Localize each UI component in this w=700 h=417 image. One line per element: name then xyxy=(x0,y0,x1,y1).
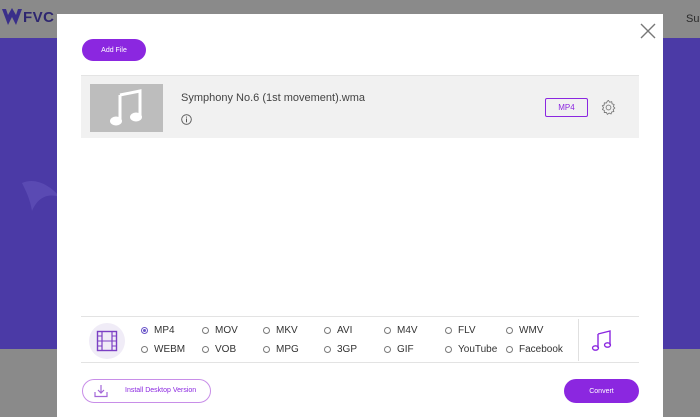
format-option-mpg[interactable]: MPG xyxy=(263,344,299,355)
radio-button[interactable] xyxy=(141,327,148,334)
format-option-wmv[interactable]: WMV xyxy=(506,325,543,336)
music-note-icon[interactable] xyxy=(591,329,613,351)
file-name: Symphony No.6 (1st movement).wma xyxy=(181,92,366,104)
format-option-mov[interactable]: MOV xyxy=(202,325,238,336)
format-label: M4V xyxy=(397,325,418,336)
format-option-vob[interactable]: VOB xyxy=(202,344,236,355)
format-label: GIF xyxy=(397,344,414,355)
file-list-item: Symphony No.6 (1st movement).wma MP4 xyxy=(81,75,639,138)
add-file-button[interactable]: Add File xyxy=(82,39,146,61)
background-nav-item: Sup xyxy=(686,13,700,25)
radio-button[interactable] xyxy=(445,346,452,353)
format-option-mkv[interactable]: MKV xyxy=(263,325,298,336)
format-label: FLV xyxy=(458,325,476,336)
radio-button[interactable] xyxy=(324,346,331,353)
logo-mark-icon xyxy=(2,8,22,25)
panel-divider xyxy=(578,319,579,361)
format-option-m4v[interactable]: M4V xyxy=(384,325,418,336)
format-label: YouTube xyxy=(458,344,498,355)
install-desktop-button[interactable]: Install Desktop Version xyxy=(82,379,211,403)
convert-button[interactable]: Convert xyxy=(564,379,639,403)
music-note-icon xyxy=(109,89,142,126)
radio-button[interactable] xyxy=(263,346,270,353)
format-option-flv[interactable]: FLV xyxy=(445,325,476,336)
radio-button[interactable] xyxy=(506,346,513,353)
video-format-tab[interactable] xyxy=(89,323,125,359)
radio-button[interactable] xyxy=(202,327,209,334)
format-label: WMV xyxy=(519,325,544,336)
format-option-youtube[interactable]: YouTube xyxy=(445,344,497,355)
convert-dialog: Add File Symphony No.6 (1st movement).wm… xyxy=(57,14,663,417)
format-label: MPG xyxy=(276,344,299,355)
format-label: Facebook xyxy=(519,344,563,355)
format-option-gif[interactable]: GIF xyxy=(384,344,414,355)
info-icon[interactable] xyxy=(181,114,192,125)
radio-button[interactable] xyxy=(506,327,513,334)
film-icon xyxy=(96,330,118,352)
format-option-avi[interactable]: AVI xyxy=(324,325,352,336)
format-label: VOB xyxy=(215,344,237,355)
format-label: AVI xyxy=(337,325,353,336)
format-label: 3GP xyxy=(337,344,358,355)
radio-button[interactable] xyxy=(141,346,148,353)
format-option-webm[interactable]: WEBM xyxy=(141,344,185,355)
file-thumbnail xyxy=(90,84,163,132)
close-icon[interactable] xyxy=(639,22,657,40)
install-desktop-label: Install Desktop Version xyxy=(125,387,197,394)
download-icon xyxy=(94,385,108,398)
format-label: MP4 xyxy=(154,325,175,336)
radio-button[interactable] xyxy=(324,327,331,334)
radio-button[interactable] xyxy=(384,327,391,334)
radio-button[interactable] xyxy=(384,346,391,353)
output-format-button[interactable]: MP4 xyxy=(545,98,588,117)
format-option-mp4[interactable]: MP4 xyxy=(141,325,175,336)
output-format-panel: MP4 MOV MKV AVI M4V FLV WMV WEBM VOB MPG… xyxy=(81,316,639,363)
format-label: WEBM xyxy=(154,344,186,355)
logo-text: FVC xyxy=(23,8,55,26)
format-option-facebook[interactable]: Facebook xyxy=(506,344,563,355)
radio-button[interactable] xyxy=(202,346,209,353)
radio-button[interactable] xyxy=(263,327,270,334)
radio-button[interactable] xyxy=(445,327,452,334)
format-options: MP4 MOV MKV AVI M4V FLV WMV WEBM VOB MPG… xyxy=(141,323,571,363)
format-label: MOV xyxy=(215,325,238,336)
format-option-3gp[interactable]: 3GP xyxy=(324,344,357,355)
format-label: MKV xyxy=(276,325,298,336)
site-logo: FVC xyxy=(2,8,55,26)
gear-icon[interactable] xyxy=(600,99,617,116)
